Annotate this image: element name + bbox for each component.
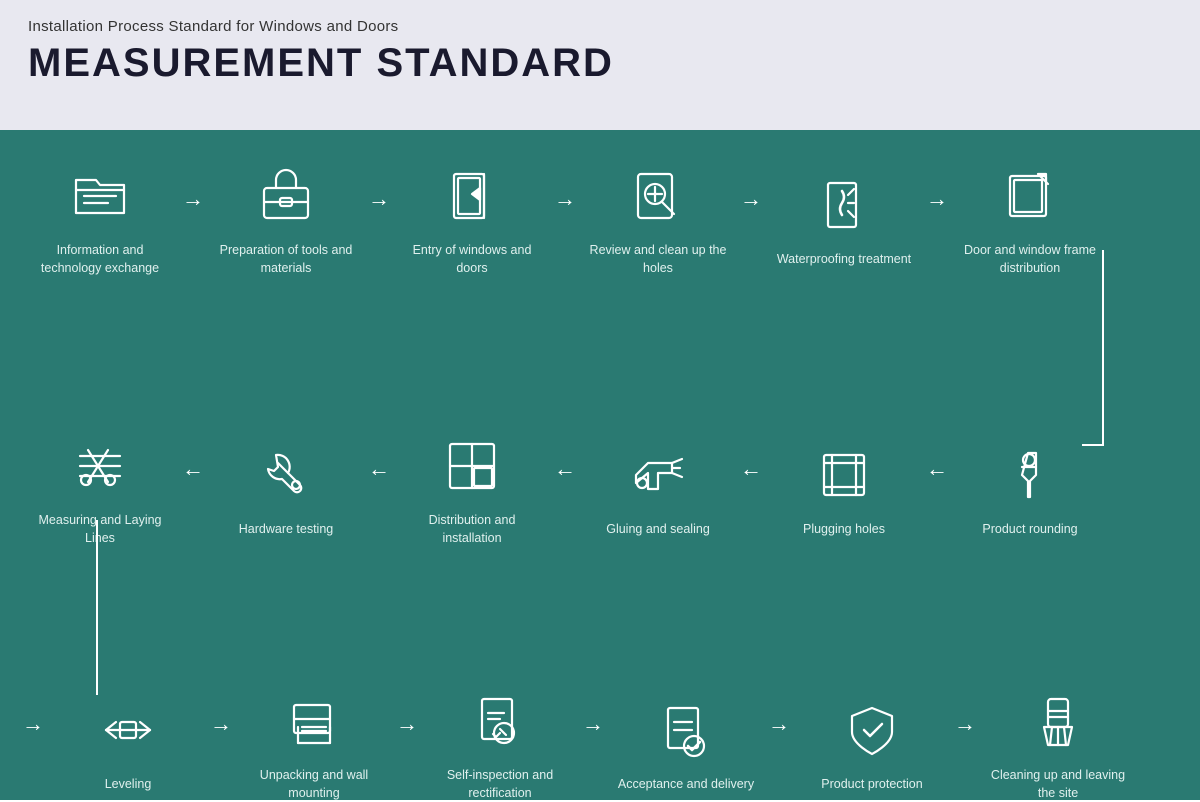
broom-icon	[1022, 685, 1094, 757]
step-measuring: Measuring and Laying Lines	[20, 430, 180, 547]
step-unpacking: Unpacking and wall mounting	[234, 685, 394, 802]
step-waterproofing-label: Waterproofing treatment	[777, 251, 911, 269]
step-info-exchange: Information and technology exchange	[20, 160, 180, 277]
flow-row-3: → Leveling →	[20, 685, 1138, 802]
plug-holes-icon	[808, 439, 880, 511]
header-title: MEASUREMENT STANDARD	[28, 41, 1172, 86]
step-self-inspect: Self-inspection and rectification	[420, 685, 580, 802]
step-acceptance: Acceptance and delivery	[606, 694, 766, 794]
arrow-3-4: →	[554, 186, 576, 212]
arrow-m-hw: ←	[182, 456, 204, 482]
glue-gun-icon	[622, 439, 694, 511]
step-waterproofing: Waterproofing treatment	[764, 169, 924, 269]
step-prep-tools-label: Preparation of tools and materials	[216, 242, 356, 277]
arrow-si-ad: →	[582, 711, 604, 737]
connector-v2	[96, 520, 98, 695]
shield-icon	[836, 694, 908, 766]
step-gluing-label: Gluing and sealing	[606, 521, 710, 539]
header-subtitle: Installation Process Standard for Window…	[28, 18, 1172, 35]
wrench-icon	[250, 439, 322, 511]
frame-export-icon	[994, 160, 1066, 232]
step-plugging: Plugging holes	[764, 439, 924, 539]
step-review-holes: Review and clean up the holes	[578, 160, 738, 277]
arrow-hw-di: ←	[368, 456, 390, 482]
accept-icon	[650, 694, 722, 766]
step-dist-install: Distribution and installation	[392, 430, 552, 547]
step-product-protect-label: Product protection	[821, 776, 922, 794]
step-plugging-label: Plugging holes	[803, 521, 885, 539]
flow-row-2: Measuring and Laying Lines ← Hardware te…	[20, 430, 1110, 547]
arrow-pp-cu: →	[954, 711, 976, 737]
step-leveling: Leveling	[48, 694, 208, 794]
step-entry-windows-label: Entry of windows and doors	[402, 242, 542, 277]
toolbox-icon	[250, 160, 322, 232]
arrow-di-gs: ←	[554, 456, 576, 482]
arrow-gs-ph: ←	[740, 456, 762, 482]
arrow-start-r3: →	[22, 711, 44, 737]
step-measuring-label: Measuring and Laying Lines	[30, 512, 170, 547]
pin-icon	[994, 439, 1066, 511]
step-product-round-label: Product rounding	[982, 521, 1077, 539]
arrow-4-5: →	[740, 186, 762, 212]
step-prep-tools: Preparation of tools and materials	[206, 160, 366, 277]
step-frame-dist-label: Door and window frame distribution	[960, 242, 1100, 277]
inspect-icon	[464, 685, 536, 757]
step-gluing: Gluing and sealing	[578, 439, 738, 539]
arrow-lv-un: →	[210, 711, 232, 737]
connector-v1	[1102, 250, 1104, 445]
magnify-icon	[622, 160, 694, 232]
step-leveling-label: Leveling	[105, 776, 152, 794]
step-hardware: Hardware testing	[206, 439, 366, 539]
step-product-round: Product rounding	[950, 439, 1110, 539]
step-self-inspect-label: Self-inspection and rectification	[430, 767, 570, 802]
arrow-ph-pr: ←	[926, 456, 948, 482]
step-cleanup: Cleaning up and leaving the site	[978, 685, 1138, 802]
level-icon	[92, 694, 164, 766]
step-hardware-label: Hardware testing	[239, 521, 334, 539]
arrow-un-si: →	[396, 711, 418, 737]
step-info-exchange-label: Information and technology exchange	[30, 242, 170, 277]
main-content: Information and technology exchange → Pr…	[0, 130, 1200, 800]
step-entry-windows: Entry of windows and doors	[392, 160, 552, 277]
step-dist-install-label: Distribution and installation	[402, 512, 542, 547]
wall-mount-icon	[278, 685, 350, 757]
door-entry-icon	[436, 160, 508, 232]
step-review-holes-label: Review and clean up the holes	[588, 242, 728, 277]
arrow-1-2: →	[182, 186, 204, 212]
header: Installation Process Standard for Window…	[0, 0, 1200, 130]
arrow-5-6: →	[926, 186, 948, 212]
arrow-2-3: →	[368, 186, 390, 212]
step-cleanup-label: Cleaning up and leaving the site	[988, 767, 1128, 802]
step-product-protect: Product protection	[792, 694, 952, 794]
step-unpacking-label: Unpacking and wall mounting	[244, 767, 384, 802]
grid-square-icon	[436, 430, 508, 502]
flow-row-1: Information and technology exchange → Pr…	[20, 160, 1110, 277]
step-acceptance-label: Acceptance and delivery	[618, 776, 754, 794]
scissors-ruler-icon	[64, 430, 136, 502]
arrow-ad-pp: →	[768, 711, 790, 737]
waterproof-icon	[808, 169, 880, 241]
step-frame-dist: Door and window frame distribution	[950, 160, 1110, 277]
folder-icon	[64, 160, 136, 232]
